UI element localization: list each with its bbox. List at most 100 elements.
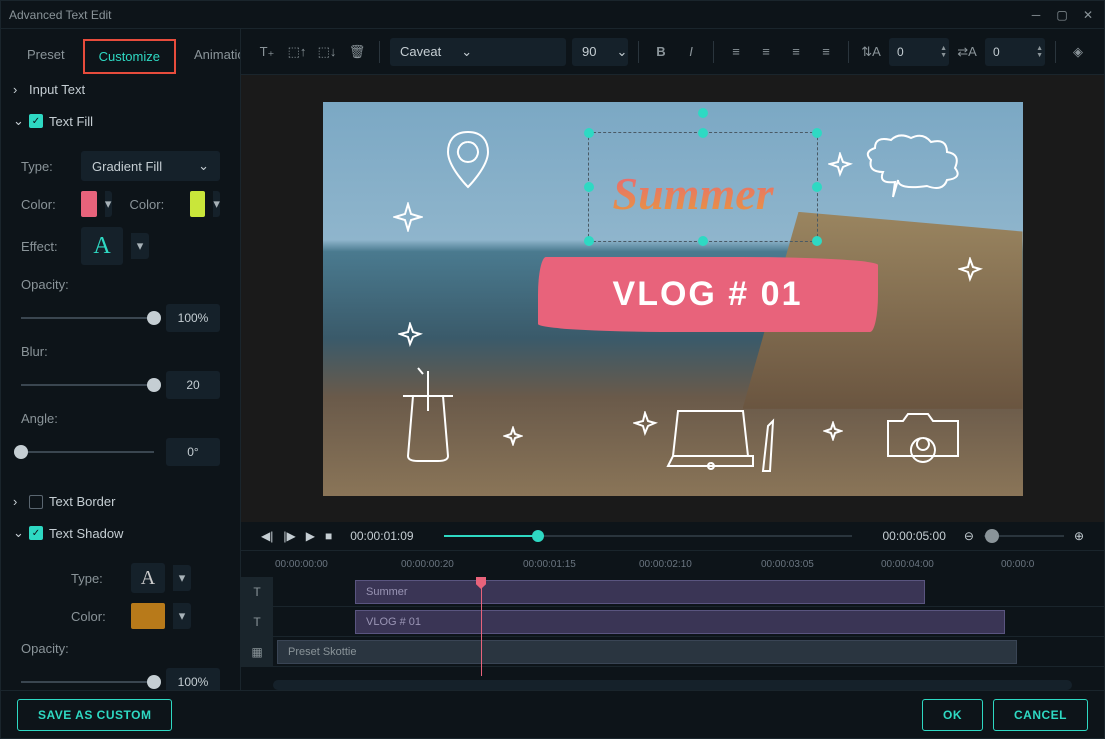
- shadow-opacity-label: Opacity:: [21, 641, 220, 656]
- section-input-text[interactable]: › Input Text: [1, 74, 240, 105]
- shadow-color-swatch[interactable]: [131, 603, 165, 629]
- text-fill-checkbox[interactable]: ✓: [29, 114, 43, 128]
- clip-vlog[interactable]: VLOG # 01: [355, 610, 1005, 634]
- line-height-input[interactable]: 0▲▼: [889, 38, 949, 66]
- chevron-down-icon: ⌄: [13, 113, 23, 129]
- shadow-opacity-slider[interactable]: [21, 681, 154, 683]
- font-size-select[interactable]: 90⌄: [572, 38, 628, 66]
- section-text-fill[interactable]: ⌄ ✓ Text Fill: [1, 105, 240, 137]
- color1-swatch[interactable]: [81, 191, 97, 217]
- color2-dropdown[interactable]: ▾: [213, 191, 220, 217]
- add-text-icon[interactable]: T₊: [255, 40, 279, 64]
- maximize-icon[interactable]: ▢: [1054, 7, 1070, 23]
- chevron-down-icon: ⌄: [461, 44, 472, 60]
- color1-label: Color:: [21, 197, 71, 212]
- stop-icon[interactable]: ■: [325, 529, 332, 543]
- timeline-ruler[interactable]: 00:00:00:00 00:00:00:20 00:00:01:15 00:0…: [241, 551, 1104, 577]
- section-text-shadow[interactable]: ⌄ ✓ Text Shadow: [1, 517, 240, 549]
- titlebar: Advanced Text Edit ─ ▢ ✕: [1, 1, 1104, 29]
- window-title: Advanced Text Edit: [9, 8, 1028, 22]
- preview-title-text[interactable]: Summer: [613, 167, 774, 220]
- color2-swatch[interactable]: [190, 191, 206, 217]
- preview-area: Summer VLOG # 01: [241, 75, 1104, 522]
- char-spacing-icon[interactable]: ⇄A: [955, 40, 979, 64]
- font-select[interactable]: Caveat⌄: [390, 38, 566, 66]
- tab-animation[interactable]: Animation: [180, 39, 241, 74]
- chevron-right-icon: ›: [13, 82, 23, 97]
- shadow-color-dropdown[interactable]: ▾: [173, 603, 191, 629]
- prev-frame-icon[interactable]: ◀|: [261, 529, 273, 543]
- chevron-down-icon: ⌄: [616, 44, 627, 60]
- track-preset-icon[interactable]: ▦: [241, 637, 273, 666]
- track-3: ▦ Preset Skottie: [241, 637, 1104, 667]
- type-label: Type:: [21, 159, 71, 174]
- minimize-icon[interactable]: ─: [1028, 7, 1044, 23]
- diamond-icon[interactable]: ◈: [1066, 40, 1090, 64]
- effect-preview[interactable]: A: [81, 227, 123, 265]
- playhead[interactable]: [481, 577, 482, 676]
- angle-label: Angle:: [21, 411, 220, 426]
- line-height-icon[interactable]: ⇅A: [859, 40, 883, 64]
- shadow-type-label: Type:: [71, 571, 121, 586]
- zoom-out-icon[interactable]: ⊖: [964, 529, 974, 543]
- align-left-icon[interactable]: ≡: [724, 40, 748, 64]
- shadow-type-dropdown[interactable]: ▾: [173, 565, 191, 591]
- timeline: 00:00:00:00 00:00:00:20 00:00:01:15 00:0…: [241, 550, 1104, 690]
- track-text-icon[interactable]: T: [241, 577, 273, 606]
- angle-slider[interactable]: [21, 451, 154, 453]
- tab-preset[interactable]: Preset: [13, 39, 79, 74]
- track-2: T VLOG # 01: [241, 607, 1104, 637]
- section-text-border[interactable]: › Text Border: [1, 486, 240, 517]
- opacity-value[interactable]: 100%: [166, 304, 220, 332]
- shadow-type-preview[interactable]: A: [131, 563, 165, 593]
- tab-customize[interactable]: Customize: [83, 39, 176, 74]
- text-border-checkbox[interactable]: [29, 495, 43, 509]
- blur-value[interactable]: 20: [166, 371, 220, 399]
- bold-icon[interactable]: B: [649, 40, 673, 64]
- timeline-scrollbar[interactable]: [273, 680, 1072, 690]
- angle-value[interactable]: 0°: [166, 438, 220, 466]
- transport-slider[interactable]: [444, 535, 853, 537]
- close-icon[interactable]: ✕: [1080, 7, 1096, 23]
- track-text-icon[interactable]: T: [241, 607, 273, 636]
- align-center-icon[interactable]: ≡: [754, 40, 778, 64]
- save-as-custom-button[interactable]: SAVE AS CUSTOM: [17, 699, 172, 731]
- ok-button[interactable]: OK: [922, 699, 983, 731]
- shadow-color-label: Color:: [71, 609, 121, 624]
- effect-dropdown[interactable]: ▾: [131, 233, 149, 259]
- sidebar: Preset Customize Animation › Input Text …: [1, 29, 241, 690]
- chevron-down-icon: ⌄: [13, 525, 23, 541]
- current-time: 00:00:01:09: [350, 529, 413, 543]
- blur-label: Blur:: [21, 344, 220, 359]
- play-icon[interactable]: ▶: [306, 529, 315, 543]
- canvas[interactable]: Summer VLOG # 01: [323, 102, 1023, 496]
- align-justify-icon[interactable]: ≡: [814, 40, 838, 64]
- char-spacing-input[interactable]: 0▲▼: [985, 38, 1045, 66]
- opacity-slider[interactable]: [21, 317, 154, 319]
- color1-dropdown[interactable]: ▾: [105, 191, 112, 217]
- toolbar: T₊ ⬚↑ ⬚↓ 🗑 Caveat⌄ 90⌄ B I ≡ ≡ ≡ ≡: [241, 29, 1104, 75]
- clip-summer[interactable]: Summer: [355, 580, 925, 604]
- transport-bar: ◀| |▶ ▶ ■ 00:00:01:09 00:00:05:00 ⊖ ⊕: [241, 522, 1104, 550]
- effect-label: Effect:: [21, 239, 71, 254]
- italic-icon[interactable]: I: [679, 40, 703, 64]
- delete-icon[interactable]: 🗑: [345, 40, 369, 64]
- text-fill-label: Text Fill: [49, 114, 93, 129]
- preview-subtitle-bg[interactable]: VLOG # 01: [538, 257, 878, 332]
- send-back-icon[interactable]: ⬚↓: [315, 40, 339, 64]
- clip-preset[interactable]: Preset Skottie: [277, 640, 1017, 664]
- chevron-right-icon: ›: [13, 494, 23, 509]
- blur-slider[interactable]: [21, 384, 154, 386]
- next-frame-icon[interactable]: |▶: [283, 529, 295, 543]
- text-shadow-checkbox[interactable]: ✓: [29, 526, 43, 540]
- cancel-button[interactable]: CANCEL: [993, 699, 1088, 731]
- opacity-label: Opacity:: [21, 277, 220, 292]
- fill-type-select[interactable]: Gradient Fill ⌄: [81, 151, 220, 181]
- color2-label: Color:: [130, 197, 180, 212]
- text-shadow-label: Text Shadow: [49, 526, 123, 541]
- align-right-icon[interactable]: ≡: [784, 40, 808, 64]
- shadow-opacity-value[interactable]: 100%: [166, 668, 220, 690]
- zoom-in-icon[interactable]: ⊕: [1074, 529, 1084, 543]
- bring-front-icon[interactable]: ⬚↑: [285, 40, 309, 64]
- track-1: T Summer: [241, 577, 1104, 607]
